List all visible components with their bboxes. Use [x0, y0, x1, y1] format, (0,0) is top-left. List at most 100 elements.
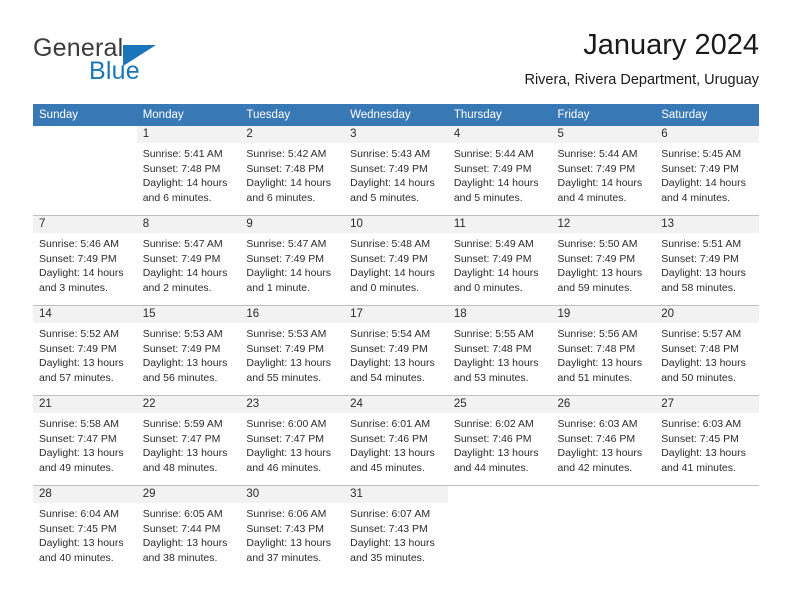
calendar-day-cell[interactable]: 28 Sunrise: 6:04 AM Sunset: 7:45 PM Dayligh…: [33, 485, 137, 575]
day-detail-line: Sunrise: 5:59 AM: [142, 418, 223, 430]
calendar-day-cell[interactable]: 26 Sunrise: 6:03 AM Sunset: 7:46 PM Dayligh…: [551, 395, 656, 486]
day-detail-line: Sunset: 7:49 PM: [350, 342, 428, 355]
day-detail-line: Sunrise: 5:51 AM: [661, 238, 742, 250]
day-cell-inner: 18 Sunrise: 5:55 AM Sunset: 7:48 PM Dayligh…: [447, 306, 552, 395]
calendar-day-cell[interactable]: 31 Sunrise: 6:07 AM Sunset: 7:43 PM Dayligh…: [344, 485, 448, 575]
calendar-day-cell[interactable]: 15 Sunrise: 5:53 AM Sunset: 7:49 PM Dayligh…: [136, 305, 241, 396]
day-cell-inner: 22 Sunrise: 5:59 AM Sunset: 7:47 PM Dayligh…: [136, 396, 241, 485]
calendar-day-cell[interactable]: 13 Sunrise: 5:51 AM Sunset: 7:49 PM Dayligh…: [655, 215, 759, 306]
calendar-day-cell[interactable]: 1 Sunrise: 5:41 AM Sunset: 7:48 PM Daylight…: [136, 126, 241, 216]
day-details: Sunrise: 6:06 AM Sunset: 7:43 PM Daylight:…: [240, 503, 344, 565]
calendar-day-cell[interactable]: 9 Sunrise: 5:47 AM Sunset: 7:49 PM Daylight…: [240, 215, 345, 306]
day-number: 7: [33, 216, 137, 233]
calendar-day-cell[interactable]: 25 Sunrise: 6:02 AM Sunset: 7:46 PM Dayligh…: [447, 395, 552, 486]
calendar-day-cell[interactable]: 10 Sunrise: 5:48 AM Sunset: 7:49 PM Dayligh…: [344, 215, 448, 306]
calendar-day-cell[interactable]: 14 Sunrise: 5:52 AM Sunset: 7:49 PM Dayligh…: [33, 305, 137, 396]
day-details: Sunrise: 6:07 AM Sunset: 7:43 PM Daylight:…: [344, 503, 448, 565]
day-detail-line: and 35 minutes.: [350, 551, 425, 564]
day-cell-inner: 14 Sunrise: 5:52 AM Sunset: 7:49 PM Dayligh…: [33, 306, 137, 395]
day-details: Sunrise: 5:41 AM Sunset: 7:48 PM Daylight:…: [137, 143, 241, 205]
calendar-week-row: 21 Sunrise: 5:58 AM Sunset: 7:47 PM Dayligh…: [33, 395, 759, 486]
day-detail-line: Daylight: 14 hours: [246, 177, 332, 190]
day-detail-line: Sunrise: 6:03 AM: [557, 418, 638, 430]
day-details: Sunrise: 5:47 AM Sunset: 7:49 PM Daylight:…: [240, 233, 344, 295]
day-detail-line: and 59 minutes.: [557, 281, 633, 294]
calendar-day-cell[interactable]: 6 Sunrise: 5:45 AM Sunset: 7:49 PM Daylight…: [655, 126, 759, 216]
day-detail-line: Sunset: 7:49 PM: [142, 342, 221, 355]
day-cell-inner: 30 Sunrise: 6:06 AM Sunset: 7:43 PM Dayligh…: [240, 486, 345, 575]
calendar-day-cell[interactable]: 8 Sunrise: 5:47 AM Sunset: 7:49 PM Daylight…: [136, 215, 241, 306]
day-cell-inner: 31 Sunrise: 6:07 AM Sunset: 7:43 PM Dayligh…: [344, 486, 448, 575]
day-detail-line: Sunrise: 5:50 AM: [557, 238, 638, 250]
calendar-header-row: Sunday Monday Tuesday Wednesday Thursday Frid…: [33, 104, 759, 126]
day-detail-line: and 38 minutes.: [142, 551, 218, 564]
day-details: Sunrise: 5:42 AM Sunset: 7:48 PM Daylight:…: [240, 143, 344, 205]
day-detail-line: and 55 minutes.: [246, 371, 322, 384]
day-detail-line: Sunrise: 5:44 AM: [453, 148, 534, 160]
calendar-day-cell[interactable]: 7 Sunrise: 5:46 AM Sunset: 7:49 PM Daylight…: [33, 215, 137, 306]
day-detail-line: and 1 minute.: [246, 281, 311, 294]
day-cell-inner: 20 Sunrise: 5:57 AM Sunset: 7:48 PM Dayligh…: [655, 306, 759, 395]
day-detail-line: Sunrise: 5:47 AM: [142, 238, 223, 250]
day-detail-line: Sunrise: 5:44 AM: [557, 148, 638, 160]
calendar-page: General Blue January 2024 Rivera, Rivera…: [0, 0, 792, 612]
calendar-day-cell[interactable]: 27 Sunrise: 6:03 AM Sunset: 7:45 PM Dayligh…: [655, 395, 759, 486]
weekday-header-friday: Friday: [551, 104, 656, 126]
day-detail-line: Daylight: 13 hours: [142, 357, 228, 370]
calendar-day-cell[interactable]: 29 Sunrise: 6:05 AM Sunset: 7:44 PM Dayligh…: [136, 485, 241, 575]
day-detail-line: Daylight: 14 hours: [661, 177, 746, 190]
calendar-day-cell[interactable]: 5 Sunrise: 5:44 AM Sunset: 7:49 PM Daylight…: [551, 126, 656, 216]
day-detail-line: Sunrise: 6:05 AM: [142, 508, 223, 520]
calendar-day-cell[interactable]: 19 Sunrise: 5:56 AM Sunset: 7:48 PM Dayligh…: [551, 305, 656, 396]
day-details: Sunrise: 5:56 AM Sunset: 7:48 PM Daylight:…: [552, 323, 656, 385]
day-details: [33, 143, 137, 147]
day-number: 8: [136, 216, 241, 233]
calendar-day-cell[interactable]: 23 Sunrise: 6:00 AM Sunset: 7:47 PM Dayligh…: [240, 395, 345, 486]
general-blue-logo[interactable]: General Blue: [33, 34, 213, 86]
calendar-day-cell[interactable]: 11 Sunrise: 5:49 AM Sunset: 7:49 PM Dayligh…: [447, 215, 552, 306]
day-number: 27: [655, 396, 759, 413]
weekday-header-sunday: Sunday: [33, 104, 137, 126]
day-cell-inner: 16 Sunrise: 5:53 AM Sunset: 7:49 PM Dayligh…: [240, 306, 345, 395]
day-detail-line: Sunset: 7:43 PM: [350, 522, 428, 535]
calendar-day-cell[interactable]: 16 Sunrise: 5:53 AM Sunset: 7:49 PM Dayligh…: [240, 305, 345, 396]
day-detail-line: and 4 minutes.: [557, 191, 627, 204]
calendar-day-cell[interactable]: 18 Sunrise: 5:55 AM Sunset: 7:48 PM Dayligh…: [447, 305, 552, 396]
weekday-header-wednesday: Wednesday: [344, 104, 448, 126]
day-cell-inner: 9 Sunrise: 5:47 AM Sunset: 7:49 PM Daylight…: [240, 216, 345, 305]
calendar-day-cell[interactable]: 17 Sunrise: 5:54 AM Sunset: 7:49 PM Dayligh…: [344, 305, 448, 396]
day-details: Sunrise: 5:48 AM Sunset: 7:49 PM Daylight:…: [344, 233, 448, 295]
calendar-day-cell[interactable]: 24 Sunrise: 6:01 AM Sunset: 7:46 PM Dayligh…: [344, 395, 448, 486]
day-details: Sunrise: 6:03 AM Sunset: 7:45 PM Daylight:…: [655, 413, 759, 475]
day-number: [33, 126, 137, 143]
day-cell-inner: 11 Sunrise: 5:49 AM Sunset: 7:49 PM Dayligh…: [447, 216, 552, 305]
calendar-day-cell[interactable]: 4 Sunrise: 5:44 AM Sunset: 7:49 PM Daylight…: [447, 126, 552, 216]
day-detail-line: and 2 minutes.: [142, 281, 212, 294]
day-number: 31: [344, 486, 448, 503]
calendar-day-cell[interactable]: 12 Sunrise: 5:50 AM Sunset: 7:49 PM Dayligh…: [551, 215, 656, 306]
calendar-day-cell[interactable]: 2 Sunrise: 5:42 AM Sunset: 7:48 PM Daylight…: [240, 126, 345, 216]
day-detail-line: and 58 minutes.: [661, 281, 736, 294]
calendar-day-cell[interactable]: 21 Sunrise: 5:58 AM Sunset: 7:47 PM Dayligh…: [33, 395, 137, 486]
day-number: 26: [551, 396, 656, 413]
day-detail-line: Sunrise: 6:01 AM: [350, 418, 431, 430]
day-detail-line: Sunset: 7:47 PM: [142, 432, 221, 445]
day-details: Sunrise: 5:46 AM Sunset: 7:49 PM Daylight:…: [33, 233, 137, 295]
day-number: 28: [33, 486, 137, 503]
day-detail-line: and 5 minutes.: [350, 191, 419, 204]
day-detail-line: Sunrise: 5:58 AM: [39, 418, 119, 430]
day-number: 12: [551, 216, 656, 233]
calendar-day-cell[interactable]: 22 Sunrise: 5:59 AM Sunset: 7:47 PM Dayligh…: [136, 395, 241, 486]
day-detail-line: Sunset: 7:49 PM: [39, 342, 117, 355]
day-number: 14: [33, 306, 137, 323]
day-detail-line: and 40 minutes.: [39, 551, 114, 564]
day-cell-inner: 23 Sunrise: 6:00 AM Sunset: 7:47 PM Dayligh…: [240, 396, 345, 485]
calendar-week-row: 14 Sunrise: 5:52 AM Sunset: 7:49 PM Dayligh…: [33, 305, 759, 396]
day-detail-line: Sunrise: 5:41 AM: [142, 148, 223, 160]
day-number: 20: [655, 306, 759, 323]
day-detail-line: and 42 minutes.: [557, 461, 633, 474]
calendar-day-cell[interactable]: 20 Sunrise: 5:57 AM Sunset: 7:48 PM Dayligh…: [655, 305, 759, 396]
day-details: Sunrise: 5:57 AM Sunset: 7:48 PM Daylight:…: [655, 323, 759, 385]
calendar-day-cell[interactable]: 30 Sunrise: 6:06 AM Sunset: 7:43 PM Dayligh…: [240, 485, 345, 575]
calendar-day-cell[interactable]: 3 Sunrise: 5:43 AM Sunset: 7:49 PM Daylight…: [344, 126, 448, 216]
